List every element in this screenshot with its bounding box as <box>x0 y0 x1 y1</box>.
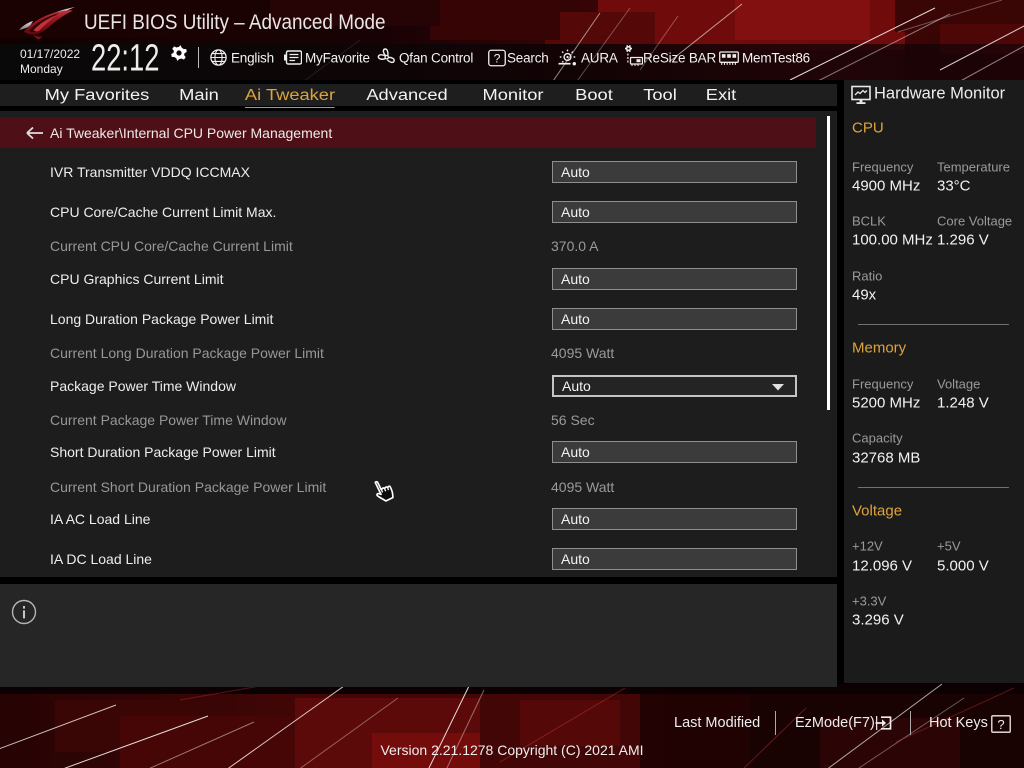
svg-text:?: ? <box>997 717 1004 732</box>
